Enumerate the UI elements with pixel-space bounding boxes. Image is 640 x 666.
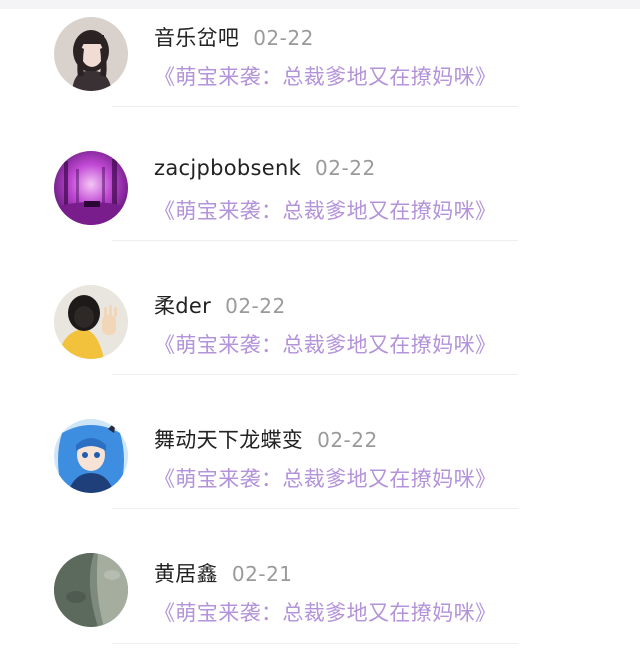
book-link[interactable]: 《萌宝来袭：总裁爹地又在撩妈咪》 — [154, 329, 496, 359]
username[interactable]: 黄居鑫 — [154, 562, 218, 586]
username[interactable]: zacjpbobsenk — [154, 156, 301, 180]
list-item[interactable]: 音乐岔吧 02-22 《萌宝来袭：总裁爹地又在撩妈咪》 — [0, 0, 640, 130]
comment-meta: 柔der 02-22 — [154, 290, 286, 320]
username[interactable]: 柔der — [154, 294, 211, 318]
book-link[interactable]: 《萌宝来袭：总裁爹地又在撩妈咪》 — [154, 597, 496, 627]
book-link[interactable]: 《萌宝来袭：总裁爹地又在撩妈咪》 — [154, 61, 496, 91]
book-link[interactable]: 《萌宝来袭：总裁爹地又在撩妈咪》 — [154, 463, 496, 493]
list-item[interactable]: zacjpbobsenk 02-22 《萌宝来袭：总裁爹地又在撩妈咪》 — [0, 134, 640, 264]
avatar-hooded-figure-icon[interactable] — [54, 285, 128, 359]
list-item[interactable]: 柔der 02-22 《萌宝来袭：总裁爹地又在撩妈咪》 — [0, 268, 640, 398]
book-link[interactable]: 《萌宝来袭：总裁爹地又在撩妈咪》 — [154, 195, 496, 225]
divider — [112, 240, 518, 241]
list-item[interactable]: 舞动天下龙蝶变 02-22 《萌宝来袭：总裁爹地又在撩妈咪》 — [0, 402, 640, 532]
avatar-purple-forest-icon[interactable] — [54, 151, 128, 225]
comment-date: 02-22 — [225, 294, 286, 318]
username[interactable]: 舞动天下龙蝶变 — [154, 428, 303, 452]
comment-meta: 音乐岔吧 02-22 — [154, 22, 314, 52]
comment-meta: zacjpbobsenk 02-22 — [154, 156, 376, 180]
list-item[interactable]: 黄居鑫 02-21 《萌宝来袭：总裁爹地又在撩妈咪》 — [0, 536, 640, 666]
avatar-girl-portrait-icon[interactable] — [54, 17, 128, 91]
divider — [112, 508, 518, 509]
comment-meta: 黄居鑫 02-21 — [154, 558, 293, 588]
comment-date: 02-22 — [317, 428, 378, 452]
avatar-anime-character-icon[interactable] — [54, 419, 128, 493]
comment-date: 02-22 — [253, 26, 314, 50]
divider — [112, 374, 518, 375]
comment-date: 02-21 — [231, 562, 293, 586]
divider — [112, 643, 518, 644]
avatar-stone-texture-icon[interactable] — [54, 553, 128, 627]
comment-meta: 舞动天下龙蝶变 02-22 — [154, 424, 378, 454]
divider — [112, 106, 518, 107]
username[interactable]: 音乐岔吧 — [154, 26, 239, 50]
comment-date: 02-22 — [315, 156, 376, 180]
